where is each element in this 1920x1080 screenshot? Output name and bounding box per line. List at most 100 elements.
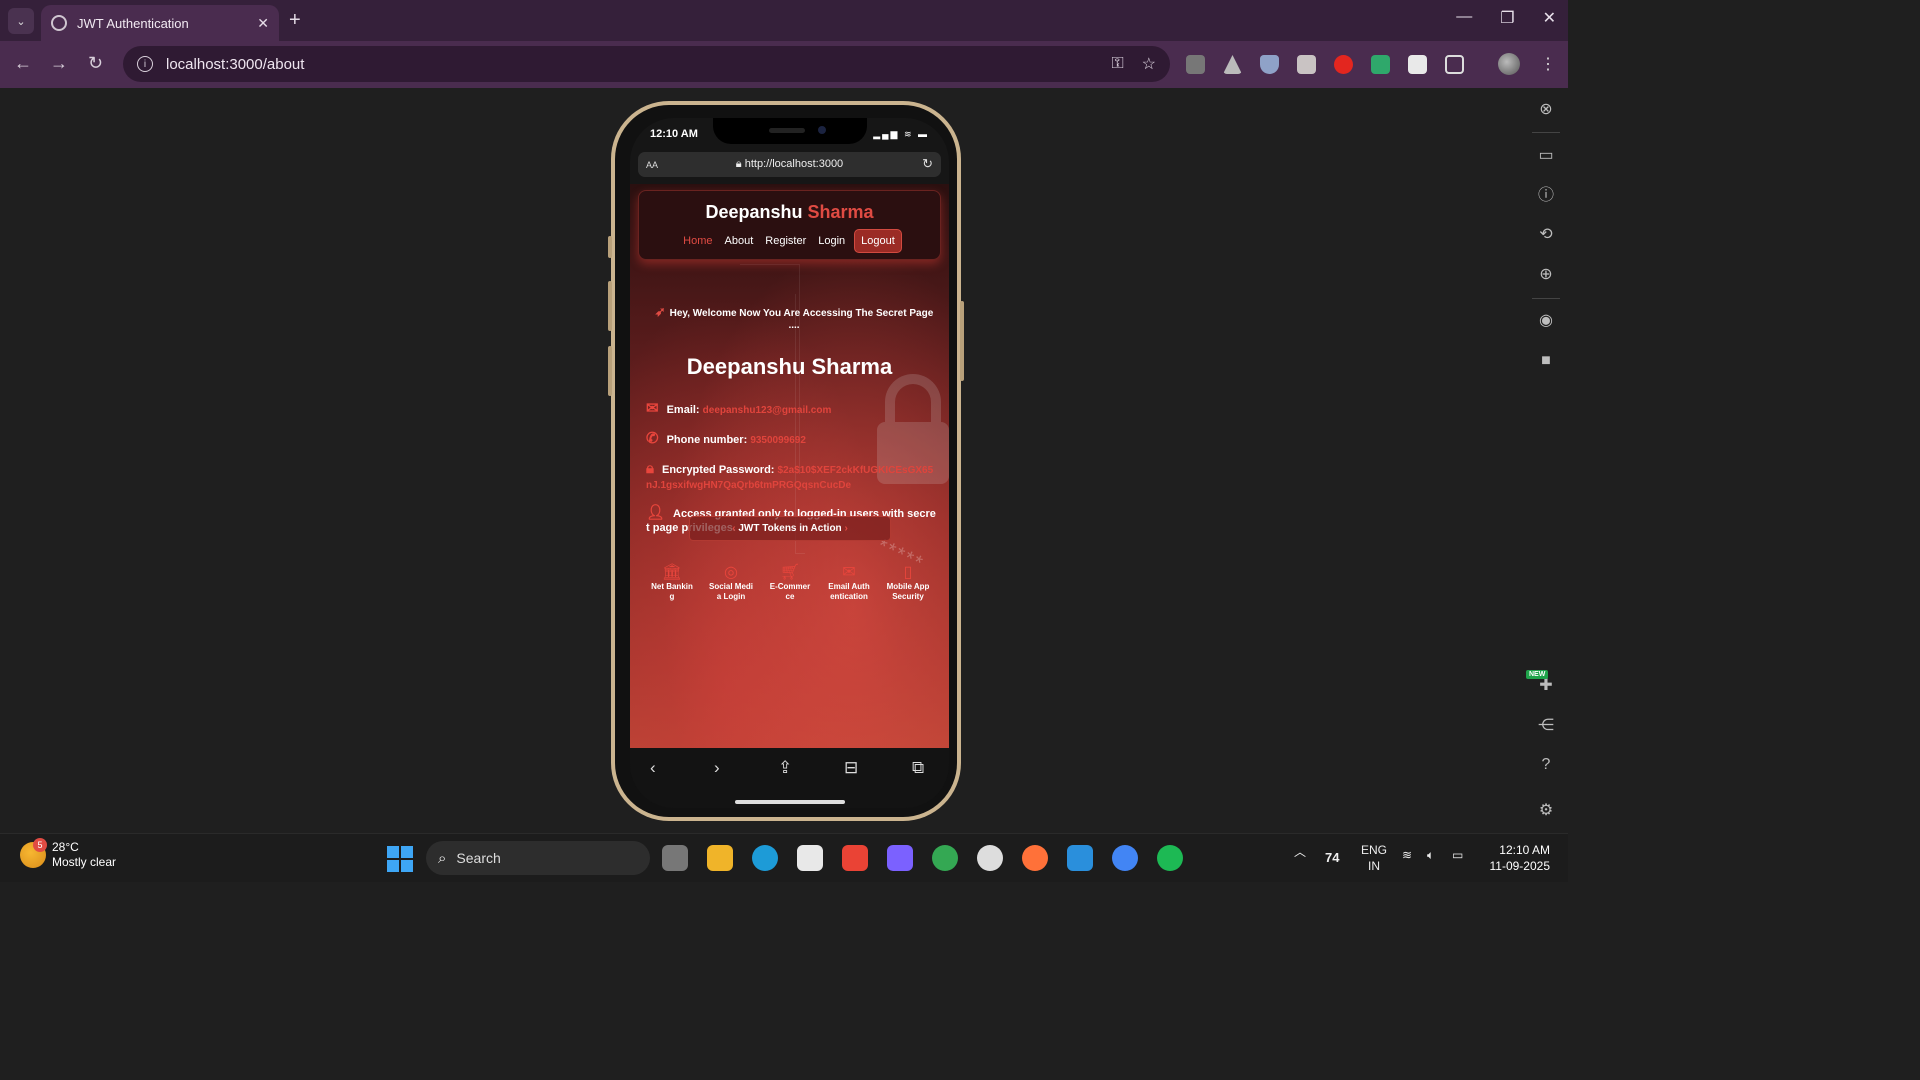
vscode-icon[interactable] (1067, 845, 1093, 871)
window-controls: — ❐ ✕ (1456, 8, 1556, 28)
nav-home[interactable]: Home (677, 230, 718, 252)
feature-net-banking: 🏛︎ Net Banking (651, 564, 693, 601)
close-icon[interactable]: ⊗ (1536, 100, 1556, 120)
jwt-tokens-button[interactable]: ‹ JWT Tokens in Action › (689, 516, 891, 541)
email-value: deepanshu123@gmail.com (702, 405, 832, 416)
new-badge: NEW (1526, 670, 1549, 679)
ms-store-icon[interactable] (797, 845, 823, 871)
file-explorer-icon[interactable] (707, 845, 733, 871)
task-view-icon[interactable] (662, 845, 688, 871)
tabs-icon[interactable]: ⧉ (912, 758, 924, 778)
extension-shield-icon[interactable] (1260, 55, 1279, 74)
rocket-icon: ➶ (654, 304, 666, 319)
safari-address-bar[interactable]: AA 🔒︎ http://localhost:3000 ↻ (638, 152, 941, 177)
key-icon[interactable]: ⚿ (1111, 55, 1123, 73)
taskbar-search[interactable]: ⌕ Search (426, 841, 650, 875)
battery-icon[interactable]: ▭ (1452, 848, 1463, 862)
screenshot-icon[interactable]: ◉ (1536, 311, 1556, 331)
lock-icon: 🔒︎ (735, 158, 745, 170)
chevron-right-icon: › (841, 523, 848, 534)
bank-icon: 🏛︎ (661, 564, 683, 581)
globe-icon (51, 15, 67, 31)
welcome-message: ➶ Hey, Welcome Now You Are Accessing The … (654, 304, 934, 331)
safari-back-icon[interactable]: ‹ (650, 758, 656, 778)
extension-drive-icon[interactable] (1223, 55, 1242, 74)
site-nav: Home About Register Login Logout (639, 229, 940, 253)
status-time: 12:10 AM (650, 128, 698, 140)
volume-icon[interactable]: 🔈︎ (1427, 848, 1434, 863)
mobile-icon: ▯ (903, 564, 913, 581)
browser-menu-icon[interactable]: ⋮ (1540, 54, 1556, 74)
extension-icon[interactable]: ✚ (1536, 676, 1556, 696)
devices-icon[interactable]: ▭ (1536, 146, 1556, 166)
chrome-icon[interactable] (932, 845, 958, 871)
extension-green-icon[interactable] (1371, 55, 1390, 74)
settings-gear-icon[interactable]: ⚙ (1536, 801, 1556, 821)
tab-close-icon[interactable]: ✕ (257, 15, 269, 32)
taskbar-clock[interactable]: 12:10 AM 11-09-2025 (1490, 842, 1551, 874)
feature-social-login: ◎ Social Media Login (709, 564, 754, 601)
windows-start-icon[interactable] (387, 846, 413, 872)
profile-avatar[interactable] (1498, 53, 1520, 75)
rotate-icon[interactable]: ⟲ (1536, 225, 1556, 245)
share-icon[interactable]: ⋲ (1536, 716, 1556, 736)
lock-icon: 🔒︎ (646, 460, 654, 477)
chatgpt-icon[interactable] (977, 845, 1003, 871)
extension-cast-icon[interactable] (1297, 55, 1316, 74)
extensions-puzzle-icon[interactable] (1445, 55, 1464, 74)
nav-login[interactable]: Login (812, 230, 851, 252)
safari-forward-icon[interactable]: › (714, 758, 720, 778)
weather-widget[interactable]: 5 28°C Mostly clear (20, 838, 117, 870)
chrome-active-icon[interactable] (1112, 845, 1138, 871)
help-icon[interactable]: ? (1536, 755, 1556, 775)
address-url[interactable]: localhost:3000/about (166, 56, 1093, 73)
minimize-icon[interactable]: — (1456, 8, 1472, 28)
signal-wifi-battery-icons: ▂▄▆ ≋ ▬ (873, 129, 929, 139)
home-indicator (735, 800, 845, 804)
window-close-icon[interactable]: ✕ (1543, 8, 1556, 28)
safari-reload-icon[interactable]: ↻ (922, 156, 933, 172)
zoom-icon[interactable]: ⊕ (1536, 265, 1556, 285)
tray-number[interactable]: 74 (1325, 850, 1339, 865)
edge-icon[interactable] (752, 845, 778, 871)
extension-x-icon[interactable] (1408, 55, 1427, 74)
spotify-icon[interactable] (1157, 845, 1183, 871)
phone-frame: 12:10 AM ▂▄▆ ≋ ▬ AA 🔒︎ http://localhost:… (608, 101, 964, 821)
firefox-icon[interactable] (1022, 845, 1048, 871)
info-icon[interactable]: ⓘ (1536, 186, 1556, 206)
bookmarks-icon[interactable]: ⊟ (844, 758, 858, 778)
weather-temp: 28°C (52, 840, 79, 854)
nav-about[interactable]: About (719, 230, 760, 252)
logout-button[interactable]: Logout (854, 229, 902, 253)
address-bar[interactable]: i localhost:3000/about ⚿ ☆ (123, 46, 1170, 82)
tray-chevron-icon[interactable]: ︿ (1294, 843, 1306, 860)
phone-icon: ✆ (646, 430, 659, 447)
browser-toolbar: ← → ↻ i localhost:3000/about ⚿ ☆ (0, 41, 1568, 88)
site-brand[interactable]: Deepanshu Sharma (639, 202, 940, 223)
search-label: Search (456, 850, 501, 866)
gmail-icon[interactable] (842, 845, 868, 871)
new-tab-button[interactable]: + (289, 9, 301, 32)
extension-folder-icon[interactable] (1186, 55, 1205, 74)
record-icon[interactable]: ■ (1536, 351, 1556, 371)
extension-hand-icon[interactable] (1334, 55, 1353, 74)
wifi-icon[interactable]: ≋ (1402, 848, 1412, 862)
copilot-icon[interactable] (887, 845, 913, 871)
reload-icon[interactable]: ↻ (88, 53, 103, 74)
bookmark-star-icon[interactable]: ☆ (1142, 54, 1156, 74)
browser-tab-strip: ⌄ JWT Authentication ✕ + — ❐ ✕ (0, 0, 1568, 41)
weather-desc: Mostly clear (52, 855, 117, 869)
language-indicator[interactable]: ENG IN (1361, 842, 1387, 874)
forward-icon[interactable]: → (50, 53, 68, 74)
tab-title: JWT Authentication (77, 15, 189, 31)
cart-icon: 🛒︎ (779, 564, 801, 581)
restore-icon[interactable]: ❐ (1500, 8, 1514, 28)
site-header: Deepanshu Sharma Home About Register Log… (638, 190, 941, 260)
tab-search-button[interactable]: ⌄ (8, 8, 34, 34)
back-icon[interactable]: ← (14, 53, 32, 74)
share-icon[interactable]: ⇪ (778, 758, 792, 778)
safari-url[interactable]: 🔒︎ http://localhost:3000 (638, 158, 941, 171)
site-info-icon[interactable]: i (137, 56, 153, 72)
browser-tab[interactable]: JWT Authentication ✕ (41, 5, 279, 41)
nav-register[interactable]: Register (759, 230, 812, 252)
